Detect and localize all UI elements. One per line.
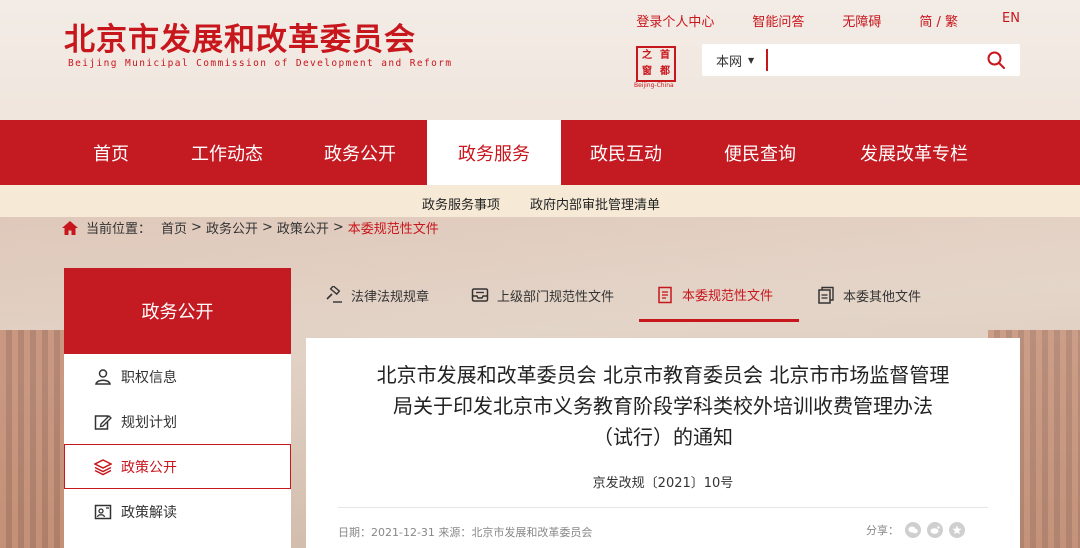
search-scope-select[interactable]: 本网 ▼ bbox=[702, 51, 754, 70]
nav-public-interaction[interactable]: 政民互动 bbox=[574, 120, 678, 185]
tab-label: 本委其他文件 bbox=[843, 289, 922, 305]
inbox-icon bbox=[471, 286, 489, 304]
breadcrumb-home[interactable]: 首页 bbox=[161, 218, 187, 237]
breadcrumb-government-open[interactable]: 政务公开 bbox=[206, 218, 258, 237]
seal-char: 都 bbox=[660, 66, 670, 77]
share-bar: 分享： bbox=[866, 522, 965, 538]
top-links: 登录个人中心 智能问答 无障碍 简 / 繁 EN bbox=[598, 11, 1020, 30]
sidebar-title: 政务公开 bbox=[64, 268, 291, 354]
tab-label: 上级部门规范性文件 bbox=[497, 289, 615, 305]
article-panel: 北京市发展和改革委员会 北京市教育委员会 北京市市场监督管理 局关于印发北京市义… bbox=[306, 338, 1020, 548]
sidebar-item-policy-interpretation[interactable]: 政策解读 bbox=[64, 489, 291, 534]
article-title-line: 局关于印发北京市义务教育阶段学科类校外培训收费管理办法 bbox=[393, 394, 933, 418]
sidebar-item-label: 政策解读 bbox=[121, 504, 177, 521]
sidebar-item-planning[interactable]: 规划计划 bbox=[64, 399, 291, 444]
tab-label: 法律法规规章 bbox=[351, 289, 430, 305]
tab-commission-normative-docs[interactable]: 本委规范性文件 bbox=[639, 270, 799, 322]
article-title-line: 北京市发展和改革委员会 北京市教育委员会 北京市市场监督管理 bbox=[376, 363, 950, 387]
seal-char: 窗 bbox=[642, 66, 652, 77]
nav-government-affairs-open[interactable]: 政务公开 bbox=[308, 120, 412, 185]
sidebar-item-authority-info[interactable]: 职权信息 bbox=[64, 354, 291, 399]
seal-char: 首 bbox=[660, 50, 670, 61]
tab-laws-regulations[interactable]: 法律法规规章 bbox=[325, 270, 429, 320]
site-title[interactable]: 北京市发展和改革委员会 bbox=[64, 14, 416, 59]
seal-char: 之 bbox=[642, 50, 652, 61]
breadcrumb-current[interactable]: 本委规范性文件 bbox=[348, 218, 439, 237]
interpret-icon bbox=[93, 502, 113, 522]
gavel-icon bbox=[325, 286, 343, 304]
article-title-line: （试行）的通知 bbox=[593, 425, 733, 449]
edit-icon bbox=[93, 412, 113, 432]
qzone-share-icon[interactable] bbox=[949, 522, 965, 538]
search-scope-label: 本网 bbox=[716, 54, 743, 70]
sidebar-list: 职权信息 规划计划 政策公开 政策解读 bbox=[64, 354, 291, 548]
accessibility-link[interactable]: 无障碍 bbox=[842, 11, 881, 30]
sub-nav: 政务服务事项 政府内部审批管理清单 bbox=[0, 185, 1080, 217]
login-link[interactable]: 登录个人中心 bbox=[636, 11, 714, 30]
files-icon bbox=[817, 286, 835, 304]
sidebar-item-label: 政策公开 bbox=[121, 459, 177, 476]
divider bbox=[338, 507, 988, 508]
main-nav: 首页 工作动态 政务公开 政务服务 政民互动 便民查询 发展改革专栏 bbox=[0, 120, 1080, 185]
search-icon[interactable] bbox=[986, 50, 1006, 70]
category-tabs: 法律法规规章 上级部门规范性文件 本委规范性文件 本委其他文件 bbox=[291, 270, 1020, 322]
breadcrumb-separator: > bbox=[332, 220, 344, 235]
breadcrumb-separator: > bbox=[261, 220, 273, 235]
breadcrumb-label: 当前位置： bbox=[86, 222, 152, 237]
article-meta: 日期：2021-12-31 来源：北京市发展和改革委员会 bbox=[338, 526, 593, 539]
breadcrumb-separator: > bbox=[191, 220, 202, 235]
breadcrumb-policy-open[interactable]: 政策公开 bbox=[277, 218, 329, 237]
nav-work-news[interactable]: 工作动态 bbox=[175, 120, 279, 185]
site-subtitle: Beijing Municipal Commission of Developm… bbox=[68, 58, 453, 69]
nav-reform-column[interactable]: 发展改革专栏 bbox=[846, 120, 982, 185]
sidebar-item-label: 规划计划 bbox=[121, 414, 177, 431]
caret-down-icon: ▼ bbox=[748, 55, 755, 65]
background-roof-left bbox=[0, 330, 64, 548]
tab-label: 本委规范性文件 bbox=[682, 289, 774, 304]
sub-nav-service-items[interactable]: 政务服务事项 bbox=[422, 194, 500, 213]
sidebar: 政务公开 职权信息 规划计划 政策公开 政策解读 bbox=[64, 268, 291, 548]
site-header: 北京市发展和改革委员会 Beijing Municipal Commission… bbox=[0, 0, 1080, 120]
sub-nav-approval-list[interactable]: 政府内部审批管理清单 bbox=[530, 194, 660, 213]
english-link[interactable]: EN bbox=[1002, 11, 1020, 30]
nav-home[interactable]: 首页 bbox=[64, 120, 158, 185]
article-title: 北京市发展和改革委员会 北京市教育委员会 北京市市场监督管理 局关于印发北京市义… bbox=[336, 360, 990, 453]
nav-convenience-query[interactable]: 便民查询 bbox=[708, 120, 812, 185]
sidebar-item-policy-open[interactable]: 政策公开 bbox=[64, 444, 291, 489]
layers-icon bbox=[93, 457, 113, 477]
document-icon bbox=[656, 286, 674, 304]
seal-caption: Beijing-China bbox=[634, 82, 674, 89]
search-box: 本网 ▼ bbox=[702, 44, 1020, 76]
weibo-share-icon[interactable] bbox=[927, 522, 943, 538]
breadcrumb: 当前位置： 首页 > 政务公开 > 政策公开 > 本委规范性文件 bbox=[62, 218, 439, 237]
person-icon bbox=[93, 367, 113, 387]
share-label: 分享： bbox=[866, 524, 899, 537]
wechat-share-icon[interactable] bbox=[905, 522, 921, 538]
sidebar-item-label: 职权信息 bbox=[121, 369, 177, 386]
language-toggle-link[interactable]: 简 / 繁 bbox=[919, 11, 958, 30]
search-input[interactable] bbox=[766, 49, 967, 71]
nav-government-services[interactable]: 政务服务 bbox=[427, 120, 561, 185]
capital-window-seal[interactable]: 之 首 窗 都 bbox=[636, 46, 676, 82]
tab-superior-department-docs[interactable]: 上级部门规范性文件 bbox=[471, 270, 614, 320]
home-icon[interactable] bbox=[62, 220, 78, 235]
document-number: 京发改规〔2021〕10号 bbox=[592, 476, 734, 491]
smart-qa-link[interactable]: 智能问答 bbox=[752, 11, 804, 30]
tab-commission-other-docs[interactable]: 本委其他文件 bbox=[817, 270, 921, 320]
